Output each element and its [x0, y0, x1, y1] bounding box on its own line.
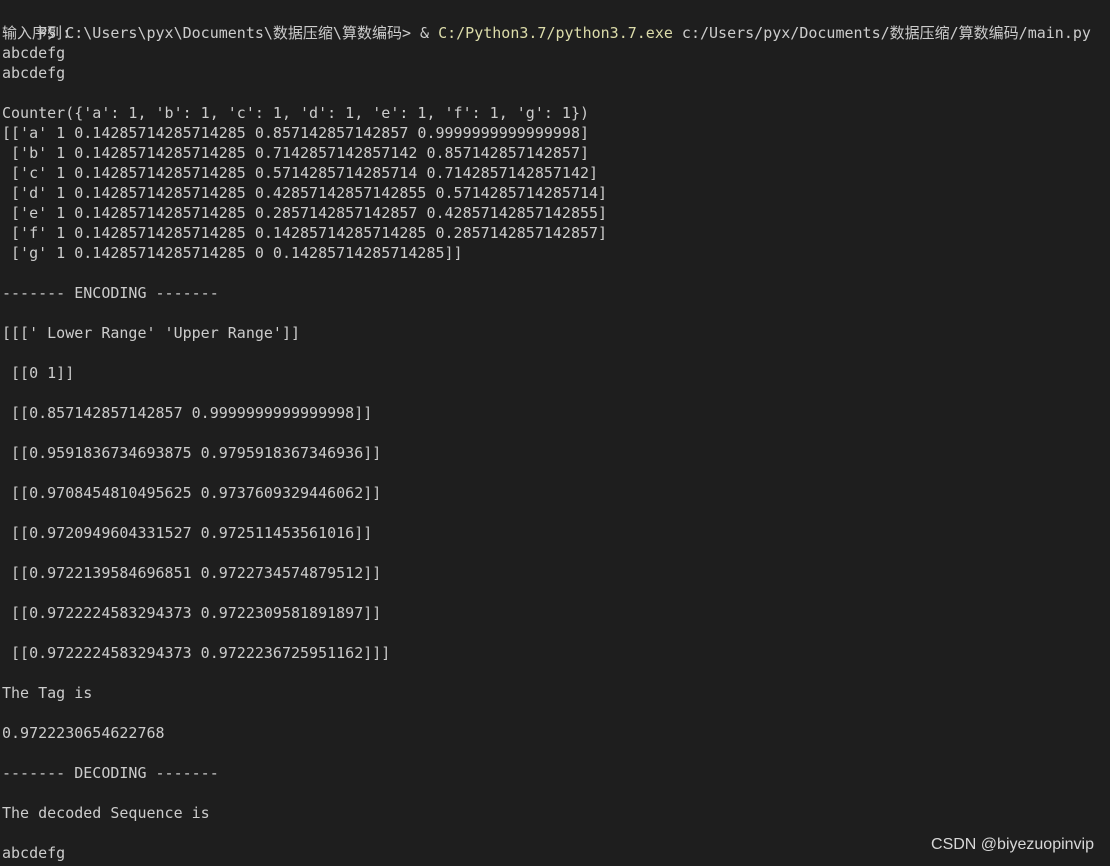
output-line: ['f' 1 0.14285714285714285 0.14285714285… [2, 224, 608, 242]
watermark: CSDN @biyezuopinvip [931, 836, 1094, 853]
output-line: ['g' 1 0.14285714285714285 0 0.142857142… [2, 244, 463, 262]
output-line: [[0.9722224583294373 0.9722309581891897]… [2, 604, 382, 622]
terminal-output[interactable]: PS C:\Users\pyx\Documents\数据压缩\算数编码> & C… [0, 0, 1110, 866]
output-line: [[0 1]] [2, 364, 75, 382]
output-line: ------- DECODING ------- [2, 764, 219, 782]
output-line: [[0.9722224583294373 0.9722236725951162]… [2, 644, 391, 662]
output-line: ------- ENCODING ------- [2, 284, 219, 302]
output-line: ['d' 1 0.14285714285714285 0.42857142857… [2, 184, 608, 202]
output-line: [[0.9591836734693875 0.9795918367346936]… [2, 444, 382, 462]
command-prompt-line: PS C:\Users\pyx\Documents\数据压缩\算数编码> & C… [2, 3, 1091, 42]
output-line: ['c' 1 0.14285714285714285 0.57142857142… [2, 164, 599, 182]
output-line: 0.9722230654622768 [2, 724, 165, 742]
script-path: c:/Users/pyx/Documents/数据压缩/算数编码/main.py [672, 24, 1091, 42]
output-line: ['e' 1 0.14285714285714285 0.28571428571… [2, 204, 608, 222]
output-line: [[[' Lower Range' 'Upper Range']] [2, 324, 301, 342]
output-line: The Tag is [2, 684, 93, 702]
output-line: Counter({'a': 1, 'b': 1, 'c': 1, 'd': 1,… [2, 104, 589, 122]
output-line: [[0.9708454810495625 0.9737609329446062]… [2, 484, 382, 502]
output-line: abcdefg [2, 44, 66, 62]
output-line: abcdefg [2, 844, 66, 862]
output-line: [[0.857142857142857 0.9999999999999998]] [2, 404, 373, 422]
output-line: [['a' 1 0.14285714285714285 0.8571428571… [2, 124, 589, 142]
output-line: 输入序列: [2, 24, 72, 42]
output-line: The decoded Sequence is [2, 804, 210, 822]
prompt-path: PS C:\Users\pyx\Documents\数据压缩\算数编码> & [38, 24, 439, 42]
output-line: [[0.9722139584696851 0.9722734574879512]… [2, 564, 382, 582]
python-executable: C:/Python3.7/python3.7.exe [438, 24, 673, 42]
output-line: ['b' 1 0.14285714285714285 0.71428571428… [2, 144, 589, 162]
output-line: abcdefg [2, 64, 66, 82]
output-line: [[0.9720949604331527 0.972511453561016]] [2, 524, 373, 542]
